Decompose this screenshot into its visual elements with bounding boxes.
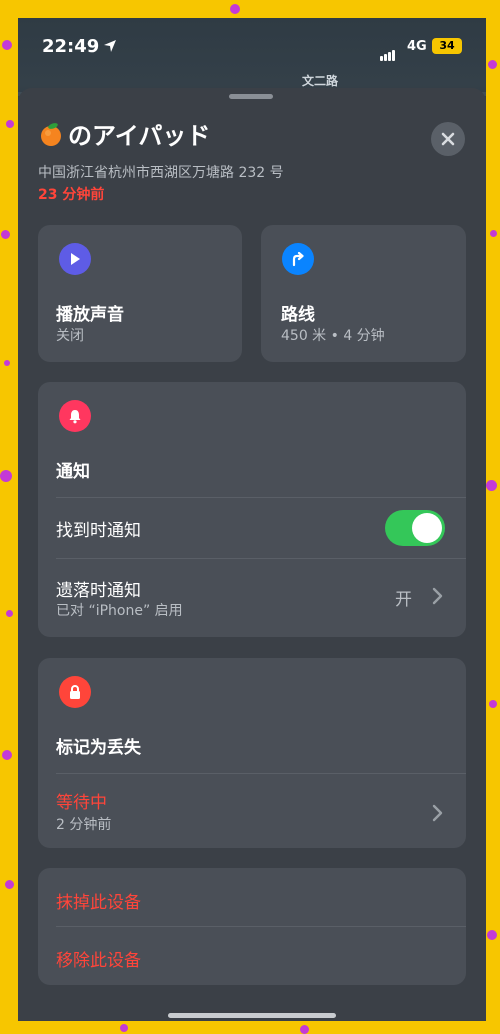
notify-when-left-behind-sub: 已对 “iPhone” 启用 [56,603,183,619]
lost-mode-status: 等待中 [56,793,107,813]
lost-mode-card: 标记为丢失 等待中 2 分钟前 [38,658,466,848]
close-button[interactable] [431,122,465,156]
divider [56,497,466,498]
remove-device-button[interactable]: 移除此设备 [56,946,141,971]
play-icon [59,243,91,275]
directions-title: 路线 [281,305,315,325]
device-title-row: のアイパッド [38,116,210,151]
play-sound-button[interactable]: 播放声音 关闭 [38,225,242,362]
device-name: のアイパッド [68,122,211,150]
notify-when-left-behind-label: 遗落时通知 [56,581,141,601]
lost-mode-status-time: 2 分钟前 [56,817,112,833]
chevron-right-icon [432,804,443,822]
orange-emoji-icon [38,121,64,147]
lock-icon [59,676,91,708]
erase-device-button[interactable]: 抹掉此设备 [56,888,141,913]
bell-icon [59,400,91,432]
device-actions-card: 抹掉此设备 移除此设备 [38,868,466,985]
location-arrow-icon [104,40,116,52]
cellular-signal-icon [380,42,396,61]
network-type: 4G [407,39,427,54]
notify-when-left-behind-value: 开 [395,590,412,610]
play-sound-status: 关闭 [56,328,84,344]
battery-level: 34 [439,39,455,52]
lost-mode-heading: 标记为丢失 [56,738,141,758]
notifications-heading: 通知 [56,462,90,482]
sheet-grabber[interactable] [229,94,273,99]
divider [56,926,466,927]
chevron-right-icon [432,587,443,605]
last-seen-time: 23 分钟前 [38,187,105,203]
notify-when-found-label: 找到时通知 [56,521,141,541]
device-address: 中国浙江省杭州市西湖区万塘路 232 号 [38,165,284,181]
status-time: 22:49 [42,36,100,57]
battery-indicator: 34 [432,38,462,54]
close-icon [441,132,455,146]
device-detail-sheet: のアイパッド 中国浙江省杭州市西湖区万塘路 232 号 23 分钟前 播放声音 … [18,88,486,1021]
lost-mode-status-row[interactable]: 等待中 2 分钟前 [38,774,466,848]
notify-when-found-toggle[interactable] [385,510,445,546]
home-indicator[interactable] [168,1013,336,1018]
phone-screen: 文二路 22:49 4G 34 のアイパッド 中国浙江省杭州市西湖区万塘路 23… [18,18,486,1021]
status-bar: 22:49 4G 34 [18,18,486,78]
notify-when-left-behind-row[interactable]: 遗落时通知 已对 “iPhone” 启用 开 [38,559,466,637]
directions-button[interactable]: 路线 450 米 • 4 分钟 [261,225,466,362]
toggle-knob [412,513,442,543]
directions-icon [282,243,314,275]
directions-distance-time: 450 米 • 4 分钟 [281,328,385,344]
notifications-card: 通知 找到时通知 遗落时通知 已对 “iPhone” 启用 开 [38,382,466,637]
play-sound-title: 播放声音 [56,305,124,325]
